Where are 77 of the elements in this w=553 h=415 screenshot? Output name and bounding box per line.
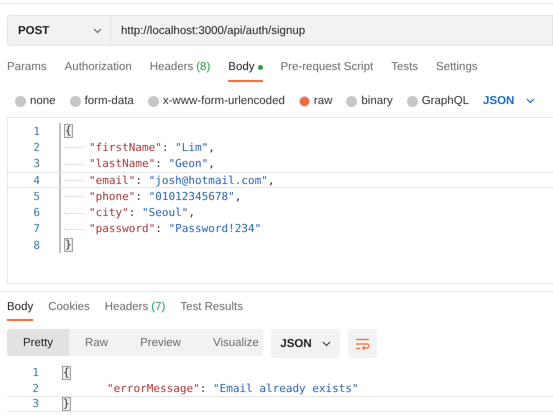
json-value: "Geon" (168, 157, 208, 170)
response-tab[interactable]: Test Results (180, 298, 243, 321)
line-number: 7 (32, 222, 41, 236)
request-tab[interactable]: Body (228, 58, 262, 82)
url-field[interactable]: http://localhost:3000/api/auth/signup (111, 15, 553, 46)
method-dropdown[interactable]: POST (7, 15, 111, 46)
radio-button[interactable] (298, 96, 310, 106)
code-editor[interactable]: 1 { 2 "firstName": "Lim", 3 "lastName": "Geon", 4 "email": "josh@hotmail.com", 5 "phone": "01012345678", 6 "city": "Seoul", 7 "password": "Password!234" 8 } (7, 117, 553, 284)
radio-label: GraphQL (422, 95, 470, 107)
brace: } (64, 238, 73, 252)
view-mode-button[interactable]: Raw (69, 329, 124, 356)
line-number: 3 (32, 157, 41, 170)
punctuation: : (155, 222, 163, 236)
wrap-icon (355, 338, 370, 350)
json-value: "Seoul" (142, 206, 188, 220)
json-key: "firstName" (89, 140, 162, 154)
punctuation: : (162, 140, 170, 154)
response-tab[interactable]: Headers (7) (104, 298, 166, 321)
chevron-down-icon (93, 28, 102, 34)
line-number: 5 (32, 190, 41, 203)
request-tab[interactable]: Headers (8) (150, 58, 210, 82)
format-dropdown[interactable]: JSON (483, 95, 536, 107)
punctuation: , (234, 190, 242, 203)
radio-label: none (30, 95, 56, 107)
wrap-lines-button[interactable] (348, 329, 377, 358)
json-value: "01012345678" (148, 190, 235, 203)
brace: } (62, 396, 71, 411)
response-tab[interactable]: Cookies (48, 298, 90, 321)
line-number: 6 (32, 206, 41, 220)
request-tab[interactable]: Authorization (64, 58, 132, 82)
punctuation: , (208, 140, 215, 154)
view-mode-button[interactable]: Pretty (7, 329, 70, 356)
line-number: 1 (32, 124, 41, 138)
chevron-down-icon (526, 98, 536, 104)
json-value: "Email already exists" (212, 382, 359, 395)
response-tab[interactable]: Body (7, 298, 34, 321)
radio-button[interactable] (148, 96, 159, 106)
line-number: 1 (31, 366, 40, 380)
punctuation: : (135, 190, 143, 203)
request-tab[interactable]: Pre-request Script (280, 58, 374, 82)
radio-button[interactable] (346, 96, 358, 106)
brace: { (62, 366, 71, 380)
json-value: "Password!234" (168, 222, 262, 236)
json-key: "city" (89, 206, 129, 220)
brace: { (64, 124, 73, 138)
line-number: 3 (31, 397, 40, 410)
radio-label: x-www-form-urlencoded (162, 95, 285, 107)
line-number: 4 (32, 174, 41, 187)
radio-label: form-data (84, 95, 134, 107)
punctuation: : (135, 174, 143, 187)
radio-button[interactable] (406, 96, 418, 106)
json-key: "phone" (89, 190, 136, 203)
json-value: "josh@hotmail.com" (148, 174, 268, 187)
format-dropdown[interactable]: JSON (271, 329, 340, 358)
json-key: "errorMessage" (107, 382, 200, 395)
line-number: 8 (32, 238, 41, 252)
request-tab[interactable]: Params (7, 58, 47, 82)
radio-button[interactable] (15, 96, 26, 106)
line-number: 2 (31, 382, 40, 395)
radio-button[interactable] (70, 96, 81, 106)
punctuation: , (208, 157, 215, 170)
punctuation: : (200, 382, 208, 395)
chevron-down-icon (322, 340, 331, 346)
view-mode-button[interactable]: Preview (124, 329, 197, 356)
radio-label: raw (314, 95, 332, 107)
json-value: "Lim" (175, 140, 208, 154)
json-key: "password" (89, 222, 156, 236)
punctuation: , (188, 206, 195, 220)
json-key: "email" (89, 174, 136, 187)
radio-label: binary (361, 95, 393, 107)
request-tab[interactable]: Settings (436, 58, 478, 82)
line-number: 2 (32, 140, 41, 154)
request-tab[interactable]: Tests (391, 58, 418, 82)
json-key: "lastName" (89, 157, 156, 170)
punctuation: : (155, 157, 163, 170)
punctuation: : (128, 206, 136, 220)
punctuation: , (268, 174, 274, 187)
